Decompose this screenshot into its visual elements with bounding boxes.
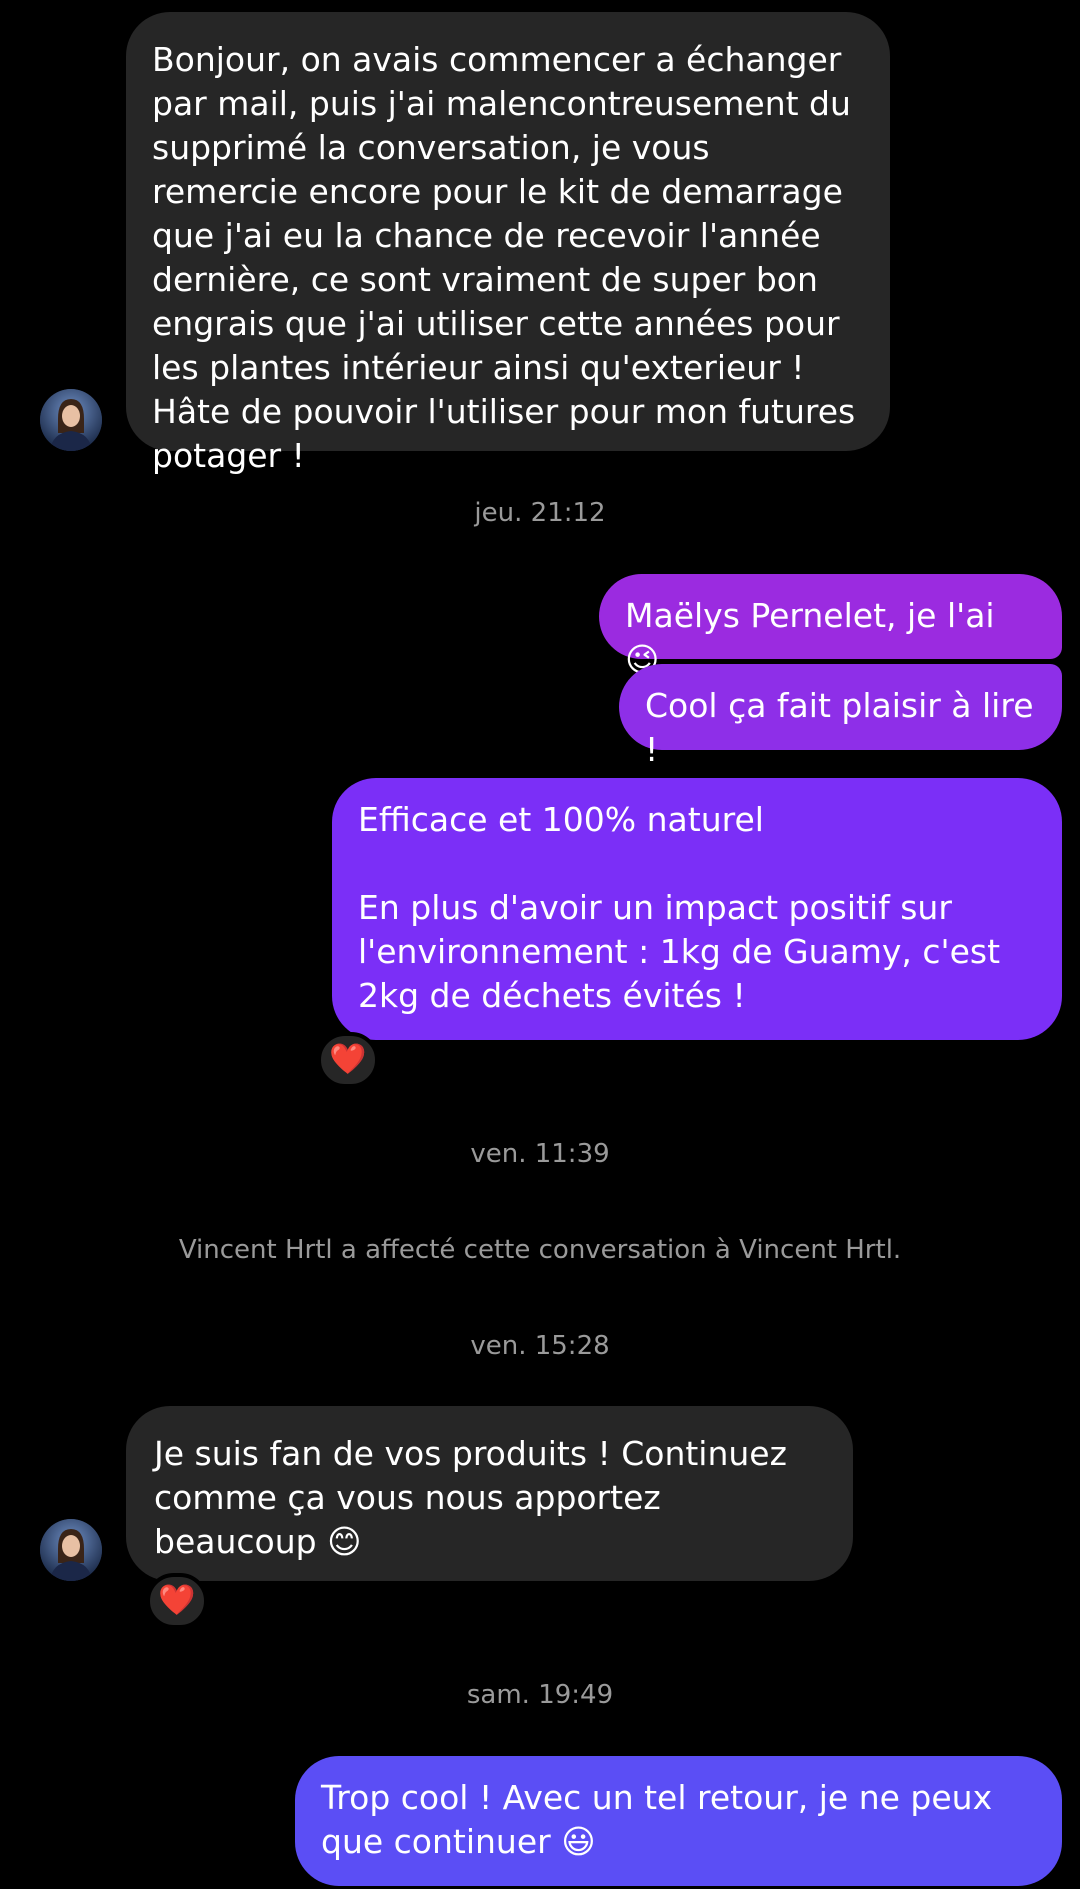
timestamp: ven. 15:28 — [470, 1331, 610, 1361]
heart-icon: ❤️ — [158, 1583, 196, 1618]
outgoing-message[interactable]: Trop cool ! Avec un tel retour, je ne pe… — [295, 1756, 1062, 1886]
outgoing-message[interactable]: Cool ça fait plaisir à lire ! — [619, 664, 1062, 769]
avatar-image — [40, 389, 102, 451]
incoming-message[interactable]: Je suis fan de vos produits ! Continuez … — [126, 1406, 853, 1581]
contact-avatar[interactable] — [40, 1519, 102, 1581]
timestamp: jeu. 21:12 — [474, 498, 606, 528]
outgoing-message[interactable]: Efficace et 100% naturel En plus d'avoir… — [332, 778, 1062, 1040]
avatar-image — [40, 1519, 102, 1581]
outgoing-message[interactable]: Maëlys Pernelet, je l'ai 😉 — [599, 574, 1062, 679]
heart-reaction[interactable]: ❤️ — [317, 1032, 379, 1088]
contact-avatar[interactable] — [40, 389, 102, 451]
timestamp: ven. 11:39 — [470, 1139, 610, 1169]
heart-reaction[interactable]: ❤️ — [146, 1573, 208, 1629]
assignment-notice: Vincent Hrtl a affecté cette conversatio… — [178, 1235, 902, 1265]
incoming-message[interactable]: Bonjour, on avais commencer a échanger p… — [126, 12, 890, 475]
timestamp: sam. 19:49 — [466, 1680, 614, 1710]
heart-icon: ❤️ — [329, 1042, 367, 1077]
